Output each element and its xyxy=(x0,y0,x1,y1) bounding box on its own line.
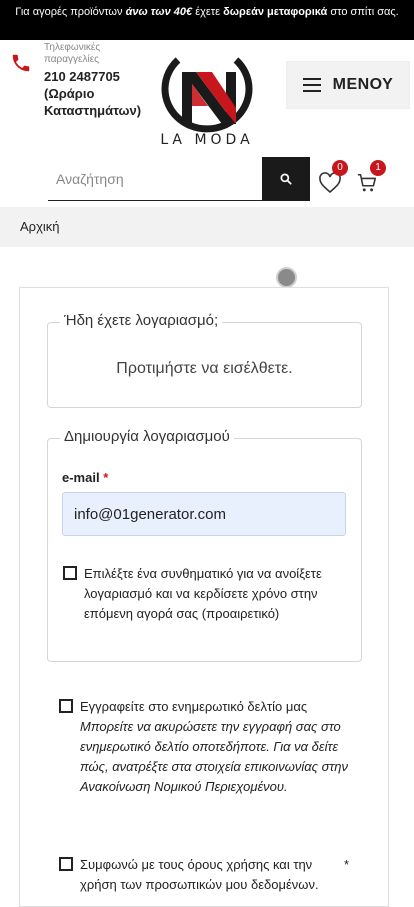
wishlist-count-badge: 0 xyxy=(332,160,348,176)
site-header: Τηλεφωνικές παραγγελίες 210 2487705 (Ωρά… xyxy=(0,40,414,155)
create-password-label: Επιλέξτε ένα συνθηματικό για να ανοίξετε… xyxy=(84,566,322,621)
create-password-checkbox[interactable] xyxy=(63,566,77,580)
terms-required-mark: * xyxy=(344,857,350,872)
logo[interactable]: LA MODA xyxy=(152,50,262,150)
announcement-bar: Για αγορές προϊόντων άνω των 40€ έχετε δ… xyxy=(0,0,414,40)
login-legend: Ήδη έχετε λογαριασμό; xyxy=(60,312,223,329)
announcement-text-1: Για αγορές προϊόντων xyxy=(15,6,123,18)
menu-button[interactable]: ΜΕΝΟΥ xyxy=(286,61,410,109)
phone-caption: Τηλεφωνικές παραγγελίες xyxy=(44,42,101,65)
email-field[interactable] xyxy=(62,492,346,536)
announcement-text-3: έχετε xyxy=(195,6,221,18)
phone-hours: (Ωράριο Καταστημάτων) xyxy=(44,86,142,118)
register-legend: Δημιουργία λογαριασμού xyxy=(60,428,234,445)
newsletter-checkbox[interactable] xyxy=(59,699,73,713)
announcement-text-2: άνω των 40€ xyxy=(125,6,193,18)
hamburger-icon xyxy=(302,78,321,92)
newsletter-label: Εγγραφείτε στο ενημερωτικό δελτίο μας Μπ… xyxy=(80,697,358,797)
login-fieldset: Ήδη έχετε λογαριασμό; Προτιμήστε να εισέ… xyxy=(47,312,362,408)
terms-label: Συμφωνώ με τους όρους χρήσης και την χρή… xyxy=(80,857,319,892)
loading-spinner-icon xyxy=(276,267,297,288)
login-prompt-link[interactable]: Προτιμήστε να εισέλθετε. xyxy=(48,360,361,378)
logo-text: LA MODA xyxy=(160,132,254,148)
cart-button[interactable]: 1 xyxy=(356,160,386,192)
email-label-text: e-mail xyxy=(62,470,100,485)
wishlist-button[interactable]: 0 xyxy=(318,160,348,194)
cart-count-badge: 1 xyxy=(370,160,386,176)
phone-icon xyxy=(12,54,30,72)
search-button[interactable] xyxy=(262,157,310,201)
email-label: e-mail * xyxy=(62,470,108,485)
search-icon xyxy=(280,173,292,185)
breadcrumb-home[interactable]: Αρχική xyxy=(20,219,60,234)
newsletter-note: Μπορείτε να ακυρώσετε την εγγραφή σας στ… xyxy=(80,719,348,794)
terms-checkbox[interactable] xyxy=(59,857,73,871)
menu-label: ΜΕΝΟΥ xyxy=(332,76,394,93)
search-input[interactable] xyxy=(48,157,262,201)
newsletter-label-text: Εγγραφείτε στο ενημερωτικό δελτίο μας xyxy=(80,699,308,714)
search-bar xyxy=(48,157,310,201)
announcement-text-4: δωρεάν μεταφορικά xyxy=(223,6,328,18)
breadcrumb: Αρχική xyxy=(0,207,414,247)
phone-number[interactable]: 210 2487705 xyxy=(44,68,120,85)
email-required-mark: * xyxy=(103,470,109,485)
announcement-text-5: στο σπίτι σας. xyxy=(330,6,399,18)
logo-mark-icon xyxy=(161,57,253,133)
